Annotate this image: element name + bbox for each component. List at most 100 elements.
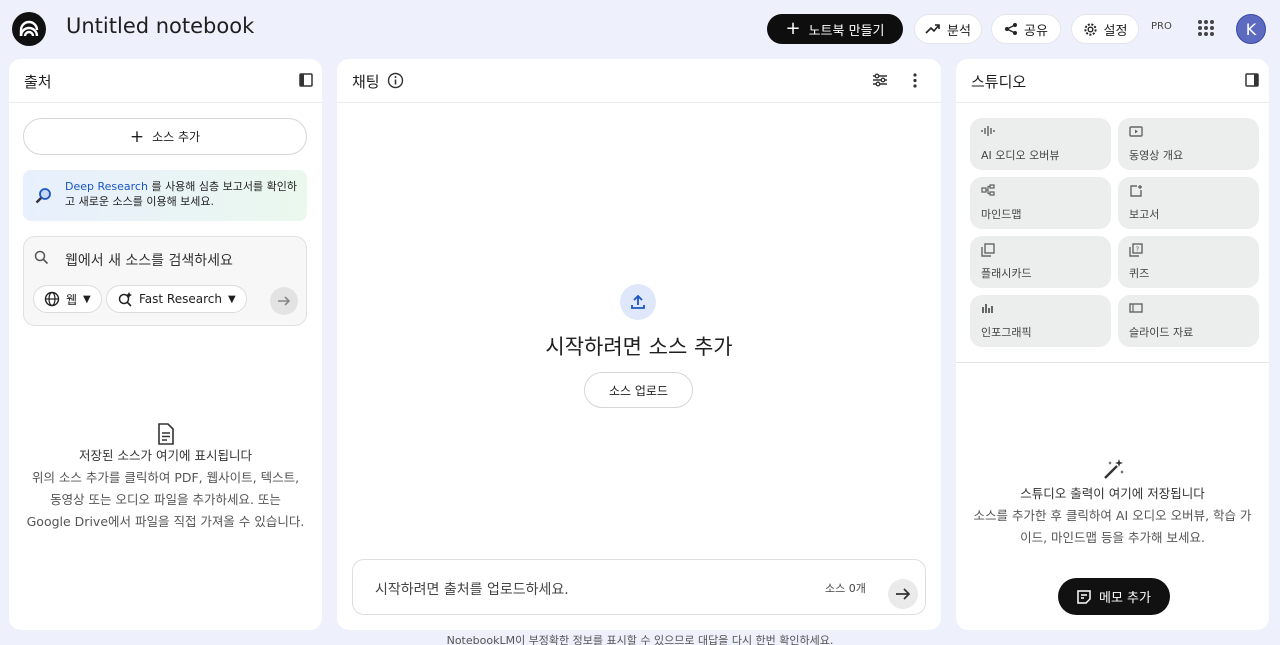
- chat-panel: 채팅 시작하려면 소스 추가 소스 업로드 시작하려면 출처를 업로드하세요. …: [337, 59, 941, 630]
- web-chip-label: 웹: [66, 292, 78, 307]
- analytics-button[interactable]: 분석: [914, 14, 982, 44]
- web-chip[interactable]: 웹 ▼: [33, 285, 102, 313]
- research-chip-label: Fast Research: [139, 292, 222, 306]
- studio-empty-state: 스튜디오 출력이 여기에 저장됩니다 소스를 추가한 후 클릭하여 AI 오디오…: [956, 483, 1269, 549]
- chat-header: 채팅: [337, 59, 941, 103]
- studio-tile-label: 퀴즈: [1129, 267, 1150, 280]
- infographic-icon: [982, 304, 993, 313]
- studio-tile-audio[interactable]: AI 오디오 오버뷰: [970, 118, 1111, 170]
- source-count: 소스 0개: [825, 582, 866, 595]
- svg-text:?: ?: [1136, 246, 1140, 254]
- video-icon: [1129, 126, 1143, 137]
- report-icon: [1130, 185, 1142, 197]
- gear-icon: [1083, 22, 1097, 36]
- studio-tile-report[interactable]: 보고서: [1118, 177, 1259, 229]
- studio-empty-title: 스튜디오 출력이 여기에 저장됩니다: [1020, 486, 1205, 501]
- studio-empty-line: 소스를 추가한 후 클릭하여 AI 오디오 오버뷰, 학습 가: [973, 508, 1252, 523]
- plus-icon: +: [129, 126, 145, 147]
- avatar[interactable]: K: [1236, 14, 1266, 44]
- upload-icon: [620, 284, 656, 320]
- search-icon: [34, 250, 49, 265]
- studio-tile-label: 보고서: [1129, 208, 1160, 221]
- arrow-right-icon: [896, 588, 911, 600]
- top-bar: Untitled notebook + 노트북 만들기 분석 공유 설정 PRO…: [0, 0, 1280, 58]
- share-label: 공유: [1024, 23, 1048, 39]
- chat-start-title: 시작하려면 소스 추가: [545, 335, 733, 359]
- studio-header: 스튜디오: [956, 59, 1269, 103]
- studio-tile-flashcard[interactable]: 플래시카드: [970, 236, 1111, 288]
- studio-tile-slides[interactable]: 슬라이드 자료: [1118, 295, 1259, 347]
- add-source-label: 소스 추가: [152, 130, 201, 144]
- apps-grid-icon[interactable]: [1198, 20, 1214, 36]
- document-icon: [158, 423, 174, 445]
- pro-badge: PRO: [1151, 21, 1172, 32]
- quiz-icon: ?: [1129, 243, 1143, 257]
- notebooklm-logo-icon[interactable]: [12, 12, 46, 46]
- mindmap-icon: [981, 184, 995, 196]
- studio-tile-infographic[interactable]: 인포그래픽: [970, 295, 1111, 347]
- audio-icon: [981, 126, 995, 136]
- deep-research-link[interactable]: Deep Research: [65, 180, 148, 193]
- research-mode-chip[interactable]: Fast Research ▼: [106, 285, 247, 313]
- deep-research-text: Deep Research 를 사용해 심층 보고서를 확인하고 새로운 소스를…: [65, 179, 301, 209]
- sources-empty-title: 저장된 소스가 여기에 표시됩니다: [79, 448, 252, 463]
- studio-tile-label: 인포그래픽: [981, 326, 1032, 339]
- chat-input-placeholder[interactable]: 시작하려면 출처를 업로드하세요.: [375, 579, 569, 599]
- studio-tile-video[interactable]: 동영상 개요: [1118, 118, 1259, 170]
- search-input[interactable]: 웹에서 새 소스를 검색하세요: [65, 250, 233, 270]
- chevron-down-icon: ▼: [83, 293, 91, 305]
- arrow-right-icon: [278, 296, 291, 306]
- sources-panel: 출처 + 소스 추가 Deep Research 를 사용해 심층 보고서를 확…: [9, 59, 322, 630]
- collapse-panel-icon[interactable]: [1245, 73, 1259, 87]
- sources-header: 출처: [9, 59, 322, 103]
- sparkle-search-icon: [118, 292, 132, 307]
- search-magnifier-icon: [35, 188, 51, 204]
- studio-tile-label: AI 오디오 오버뷰: [981, 149, 1060, 162]
- note-icon: [1077, 589, 1091, 604]
- plus-icon: +: [785, 18, 801, 39]
- studio-tile-label: 동영상 개요: [1129, 149, 1184, 162]
- sources-empty-line: Google Drive에서 파일을 직접 가져올 수 있습니다.: [26, 514, 305, 529]
- add-note-label: 메모 추가: [1099, 591, 1151, 606]
- sources-empty-state: 저장된 소스가 여기에 표시됩니다 위의 소스 추가를 클릭하여 PDF, 웹사…: [9, 445, 322, 533]
- chat-input-box[interactable]: 시작하려면 출처를 업로드하세요. 소스 0개: [352, 559, 926, 615]
- studio-tile-label: 플래시카드: [981, 267, 1032, 280]
- create-notebook-button[interactable]: + 노트북 만들기: [767, 14, 903, 44]
- submit-search-button[interactable]: [270, 287, 298, 315]
- upload-source-button[interactable]: 소스 업로드: [584, 372, 693, 408]
- studio-panel: 스튜디오 AI 오디오 오버뷰 동영상 개요 마인드맵 보고서 플래시카드 ? …: [956, 59, 1269, 630]
- share-icon: [1005, 23, 1018, 35]
- settings-label: 설정: [1103, 23, 1128, 39]
- divider: [956, 362, 1269, 363]
- tune-icon[interactable]: [872, 73, 888, 87]
- flashcard-icon: [981, 243, 995, 257]
- settings-button[interactable]: 설정: [1071, 14, 1139, 44]
- studio-tile-label: 마인드맵: [981, 208, 1022, 221]
- analytics-label: 분석: [947, 23, 971, 39]
- add-source-button[interactable]: + 소스 추가: [23, 118, 307, 155]
- sources-title: 출처: [24, 73, 52, 91]
- sources-empty-line: 동영상 또는 오디오 파일을 추가하세요. 또는: [50, 492, 281, 507]
- chat-title: 채팅: [352, 73, 380, 91]
- create-notebook-label: 노트북 만들기: [808, 23, 885, 39]
- deep-research-banner: Deep Research 를 사용해 심층 보고서를 확인하고 새로운 소스를…: [23, 170, 307, 221]
- web-source-search: 웹에서 새 소스를 검색하세요 웹 ▼ Fast Research ▼: [23, 236, 307, 326]
- sources-empty-line: 위의 소스 추가를 클릭하여 PDF, 웹사이트, 텍스트,: [31, 470, 300, 485]
- trending-up-icon: [925, 24, 940, 34]
- add-note-button[interactable]: 메모 추가: [1058, 578, 1170, 615]
- notebook-title[interactable]: Untitled notebook: [66, 14, 254, 38]
- studio-tile-quiz[interactable]: ? 퀴즈: [1118, 236, 1259, 288]
- studio-title: 스튜디오: [971, 73, 1027, 91]
- slides-icon: [1129, 303, 1143, 313]
- send-button[interactable]: [888, 579, 918, 609]
- globe-icon: [44, 291, 60, 307]
- magic-wand-icon: [1104, 459, 1124, 479]
- more-vert-icon[interactable]: [913, 73, 917, 88]
- info-icon[interactable]: [387, 72, 404, 89]
- share-button[interactable]: 공유: [991, 14, 1061, 44]
- studio-tile-mindmap[interactable]: 마인드맵: [970, 177, 1111, 229]
- studio-tile-label: 슬라이드 자료: [1129, 326, 1194, 339]
- chevron-down-icon: ▼: [227, 293, 236, 305]
- disclaimer-footer: NotebookLM이 부정확한 정보를 표시할 수 있으므로 대답을 다시 한…: [446, 634, 834, 645]
- collapse-panel-icon[interactable]: [299, 73, 313, 87]
